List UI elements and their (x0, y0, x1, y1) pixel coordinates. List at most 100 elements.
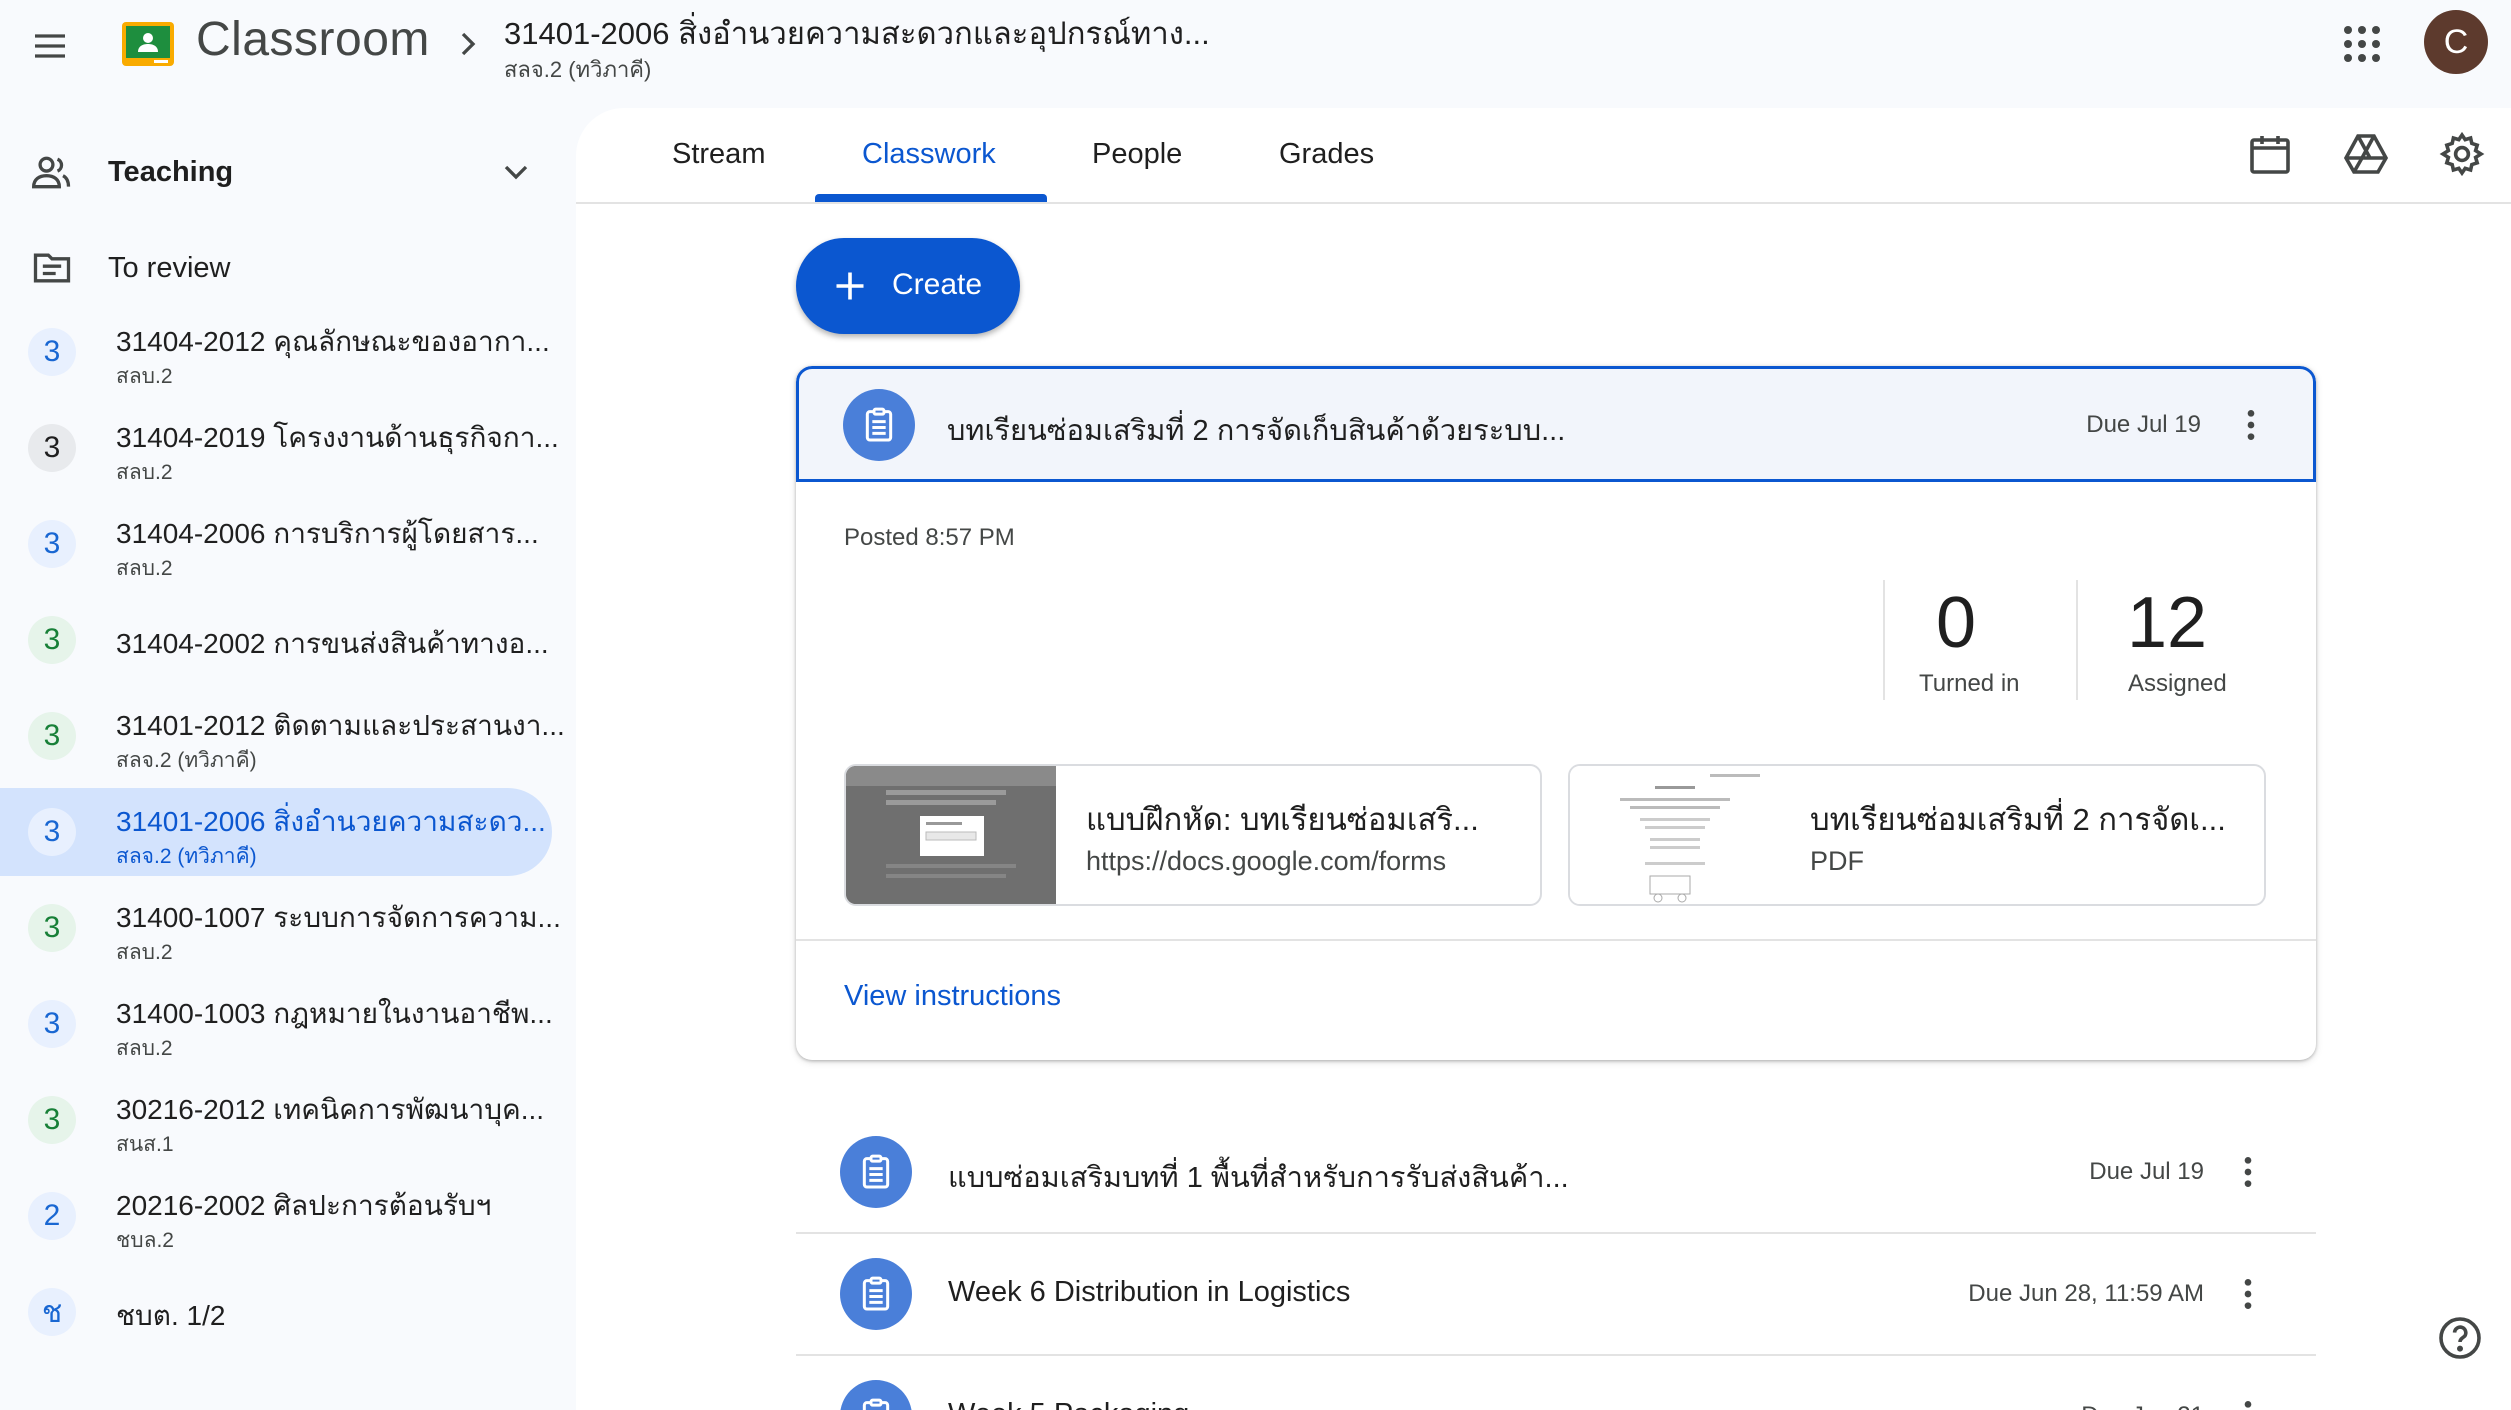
class-section: สลบ.2 (116, 557, 173, 580)
assignment-icon (843, 389, 915, 461)
app-title[interactable]: Classroom (196, 12, 430, 67)
sidebar-class-item[interactable]: 3 31404-2006 การบริการผู้โดยสาร... สลบ.2 (0, 500, 552, 588)
sidebar: Teaching To review 3 31404-2012 คุณลักษณะ… (0, 108, 576, 1410)
classwork-item[interactable]: Week 5 Packaging Due Jun 21 (796, 1356, 2316, 1410)
assignment-icon (840, 1136, 912, 1208)
calendar-icon[interactable] (2246, 130, 2294, 178)
assignment-due: Due Jul 19 (2086, 411, 2201, 438)
classwork-item[interactable]: แบบซ่อมเสริมบทที่ 1 พื้นที่สำหรับการรับส… (796, 1112, 2316, 1234)
expanded-assignment-card: บทเรียนซ่อมเสริมที่ 2 การจัดเก็บสินค้าด้… (796, 366, 2316, 1060)
tab-classwork[interactable]: Classwork (862, 138, 996, 171)
view-instructions-link[interactable]: View instructions (844, 980, 1061, 1013)
create-button[interactable]: Create (796, 238, 1020, 334)
attachment-pdf[interactable]: บทเรียนซ่อมเสริมที่ 2 การจัดเ... PDF (1568, 764, 2266, 906)
assignment-icon (840, 1380, 912, 1410)
divider (796, 939, 2316, 941)
sidebar-class-item[interactable]: 3 31401-2012 ติดตามและประสานงา... สลจ.2 (ท… (0, 692, 565, 780)
class-section: ชบล.2 (116, 1229, 174, 1252)
sidebar-class-item[interactable]: 3 31404-2012 คุณลักษณะของอากา... สลบ.2 (0, 308, 552, 396)
assigned-label: Assigned (2128, 670, 2227, 697)
google-apps-icon[interactable] (2338, 20, 2386, 68)
account-avatar[interactable]: C (2424, 10, 2488, 74)
active-tab-indicator (815, 194, 1047, 202)
sidebar-class-item[interactable]: 3 31404-2019 โครงงานด้านธุรกิจกา... สลบ.2 (0, 404, 559, 492)
class-name: 30216-2012 เทคนิคการพัฒนาบุค... (116, 1094, 545, 1125)
class-badge: 3 (28, 1000, 76, 1048)
assigned-count[interactable]: 12 (2127, 582, 2207, 664)
class-section: สลบ.2 (116, 365, 173, 388)
sidebar-class-item[interactable]: 3 31400-1003 กฎหมายในงานอาชีพ... สลบ.2 (0, 980, 553, 1068)
sidebar-item-to-review[interactable]: To review (0, 224, 552, 312)
stat-divider (1883, 580, 1885, 700)
main-menu-icon[interactable] (26, 22, 74, 70)
class-name: 31404-2006 การบริการผู้โดยสาร... (116, 518, 539, 549)
top-bar: Classroom 31401-2006 สิ่งอำนวยความสะดวกแ… (0, 0, 2511, 108)
class-name: 31401-2012 ติดตามและประสานงา... (116, 710, 565, 741)
class-badge: 3 (28, 712, 76, 760)
folder-review-icon (28, 244, 76, 292)
class-section: สลบ.2 (116, 1037, 173, 1060)
turned-in-count[interactable]: 0 (1936, 582, 1976, 664)
plus-icon (836, 272, 864, 300)
class-name: 31404-2019 โครงงานด้านธุรกิจกา... (116, 422, 559, 453)
more-vert-icon[interactable] (2231, 405, 2271, 445)
help-icon[interactable] (2436, 1314, 2484, 1362)
class-section: สลจ.2 (ทวิภาคี) (116, 845, 257, 868)
assignment-header[interactable]: บทเรียนซ่อมเสริมที่ 2 การจัดเก็บสินค้าด้… (796, 366, 2316, 482)
class-badge: 2 (28, 1192, 76, 1240)
class-name: 31404-2002 การขนส่งสินค้าทางอ... (116, 628, 549, 659)
class-section: สนส.1 (116, 1133, 174, 1156)
sidebar-class-item[interactable]: ช ชบต. 1/2 (0, 1268, 552, 1356)
class-section: สลจ.2 (ทวิภาคี) (116, 749, 257, 772)
tab-people[interactable]: People (1092, 138, 1182, 171)
sidebar-class-item[interactable]: 3 31400-1007 ระบบการจัดการความ... สลบ.2 (0, 884, 561, 972)
sidebar-item-teaching[interactable]: Teaching (0, 128, 552, 216)
settings-gear-icon[interactable] (2438, 130, 2486, 178)
class-section: สลบ.2 (116, 941, 173, 964)
sidebar-item-label: Teaching (108, 155, 234, 188)
classwork-item[interactable]: Week 6 Distribution in Logistics Due Jun … (796, 1234, 2316, 1356)
class-badge: ช (28, 1288, 76, 1336)
classwork-item-due: Due Jul 19 (2089, 1158, 2204, 1185)
tab-grades[interactable]: Grades (1279, 138, 1374, 171)
more-vert-icon[interactable] (2228, 1274, 2268, 1314)
class-badge: 3 (28, 424, 76, 472)
class-name: ชบต. 1/2 (116, 1300, 226, 1331)
class-badge: 3 (28, 1096, 76, 1144)
classwork-item-due: Due Jun 28, 11:59 AM (1968, 1280, 2204, 1307)
chevron-down-icon[interactable] (492, 148, 540, 196)
class-section: สลบ.2 (116, 461, 173, 484)
class-name: 31404-2012 คุณลักษณะของอากา... (116, 326, 550, 357)
posted-time: Posted 8:57 PM (844, 524, 1015, 551)
people-icon (28, 148, 76, 196)
course-section: สลจ.2 (ทวิภาคี) (504, 57, 652, 82)
attachment-title: แบบฝึกหัด: บทเรียนซ่อมเสริ... (1086, 802, 1479, 837)
assignment-icon (840, 1258, 912, 1330)
drive-icon[interactable] (2342, 130, 2390, 178)
class-name: 31401-2006 สิ่งอำนวยความสะดว... (116, 806, 546, 837)
more-vert-icon[interactable] (2228, 1152, 2268, 1192)
breadcrumb-chevron-icon (448, 24, 488, 64)
more-vert-icon[interactable] (2228, 1396, 2268, 1410)
create-button-label: Create (892, 268, 983, 301)
sidebar-class-item[interactable]: 2 20216-2002 ศิลปะการต้อนรับฯ ชบล.2 (0, 1172, 552, 1260)
classwork-item-title: แบบซ่อมเสริมบทที่ 1 พื้นที่สำหรับการรับส… (948, 1162, 1569, 1194)
sidebar-class-item[interactable]: 3 31404-2002 การขนส่งสินค้าทางอ... (0, 596, 552, 684)
pdf-thumbnail (1570, 766, 1780, 904)
sidebar-class-item[interactable]: 3 30216-2012 เทคนิคการพัฒนาบุค... สนส.1 (0, 1076, 552, 1164)
course-title[interactable]: 31401-2006 สิ่งอำนวยความสะดวกและอุปกรณ์ท… (504, 8, 1210, 58)
turned-in-label: Turned in (1919, 670, 2020, 697)
class-name: 31400-1003 กฎหมายในงานอาชีพ... (116, 998, 553, 1029)
form-thumbnail (846, 766, 1056, 904)
attachment-type: PDF (1810, 846, 1864, 876)
classroom-logo-icon[interactable] (122, 22, 174, 66)
class-badge: 3 (28, 520, 76, 568)
class-badge: 3 (28, 616, 76, 664)
assignment-title[interactable]: บทเรียนซ่อมเสริมที่ 2 การจัดเก็บสินค้าด้… (947, 407, 1565, 453)
stat-divider (2076, 580, 2078, 700)
attachment-google-form[interactable]: แบบฝึกหัด: บทเรียนซ่อมเสริ... https://do… (844, 764, 1542, 906)
class-name: 31400-1007 ระบบการจัดการความ... (116, 902, 561, 933)
class-badge: 3 (28, 808, 76, 856)
sidebar-class-item[interactable]: 3 31401-2006 สิ่งอำนวยความสะดว... สลจ.2 (ท… (0, 788, 552, 876)
tab-stream[interactable]: Stream (672, 138, 765, 171)
